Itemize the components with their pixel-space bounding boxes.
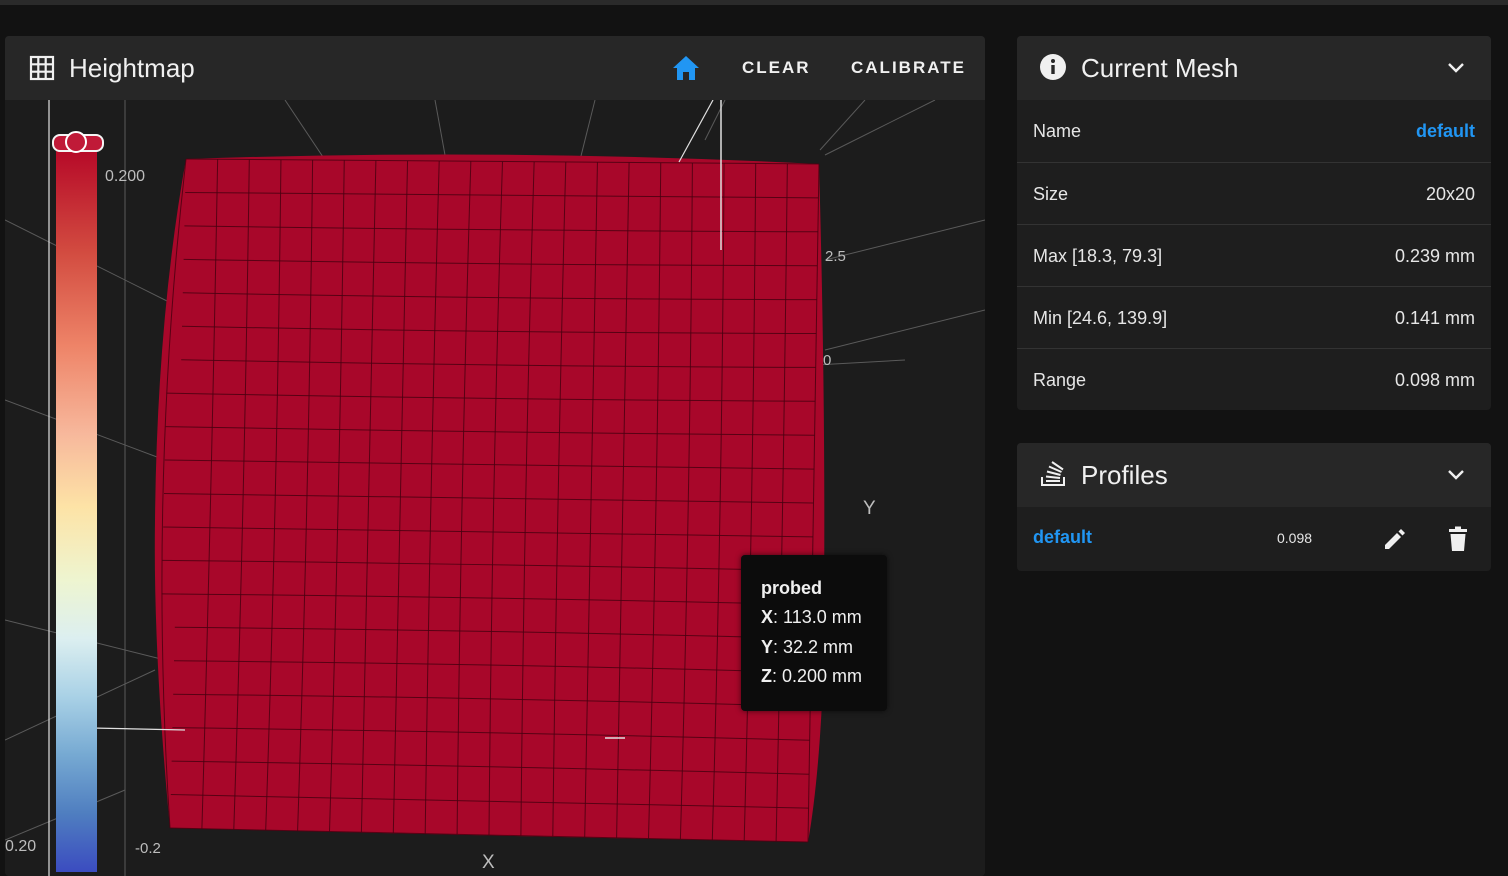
home-icon[interactable]: [671, 54, 701, 82]
colorbar-min-label: 0.20: [5, 838, 37, 855]
color-scale-slider-handle[interactable]: [65, 131, 87, 153]
mesh-row-max: Max [18.3, 79.3] 0.239 mm: [1017, 224, 1491, 287]
heightmap-plot[interactable]: 0.200 0.20 2.5 0 -0.2 Y X probed X: 113.…: [5, 100, 985, 876]
chevron-down-icon[interactable]: [1446, 465, 1466, 485]
grid-icon: [29, 55, 55, 81]
top-app-bar: [0, 0, 1508, 5]
y-axis-label: Y: [863, 498, 876, 519]
probe-tooltip: probed X: 113.0 mm Y: 32.2 mm Z: 0.200 m…: [741, 555, 887, 711]
mesh-row-name: Name default: [1017, 100, 1491, 162]
x-axis-label: X: [482, 852, 495, 873]
mesh-row-min: Min [24.6, 139.9] 0.141 mm: [1017, 286, 1491, 349]
calibrate-button[interactable]: CALIBRATE: [851, 36, 966, 100]
heightmap-header: Heightmap CLEAR CALIBRATE: [5, 36, 985, 100]
z-tick-label: 2.5: [825, 248, 846, 265]
tooltip-title: probed: [761, 578, 822, 598]
profiles-card: Profiles default 0.098: [1017, 443, 1491, 571]
tooltip-z: Z: 0.200 mm: [761, 666, 863, 686]
trash-icon[interactable]: [1447, 526, 1469, 552]
tooltip-x: X: 113.0 mm: [761, 607, 862, 627]
stack-icon: [1041, 461, 1065, 486]
current-mesh-card: Current Mesh Name default Size 20x20 Max…: [1017, 36, 1491, 410]
z-tick-label: 0: [823, 352, 832, 369]
current-mesh-title: Current Mesh: [1081, 53, 1239, 83]
color-scale-bar: [56, 142, 97, 872]
heightmap-card: Heightmap CLEAR CALIBRATE 0.200 0.20 2.5…: [5, 36, 985, 876]
profile-range: 0.098: [1277, 530, 1313, 546]
mesh-row-range: Range 0.098 mm: [1017, 348, 1491, 410]
colorbar-max-label: 0.200: [105, 168, 146, 185]
heightmap-surface-svg[interactable]: [5, 100, 985, 876]
info-icon: [1040, 54, 1066, 80]
mesh-row-size: Size 20x20: [1017, 162, 1491, 225]
profile-name-link[interactable]: default: [1033, 507, 1092, 567]
mesh-name-link[interactable]: default: [1416, 100, 1475, 162]
clear-button[interactable]: CLEAR: [742, 36, 811, 100]
current-mesh-header[interactable]: Current Mesh: [1017, 36, 1491, 100]
pencil-icon[interactable]: [1382, 526, 1408, 552]
profile-row: default 0.098: [1017, 507, 1491, 571]
profiles-header[interactable]: Profiles: [1017, 443, 1491, 507]
chevron-down-icon[interactable]: [1446, 58, 1466, 78]
tooltip-y: Y: 32.2 mm: [761, 637, 854, 657]
z-tick-label: -0.2: [135, 840, 161, 857]
heightmap-title: Heightmap: [69, 53, 195, 83]
profiles-title: Profiles: [1081, 460, 1168, 490]
